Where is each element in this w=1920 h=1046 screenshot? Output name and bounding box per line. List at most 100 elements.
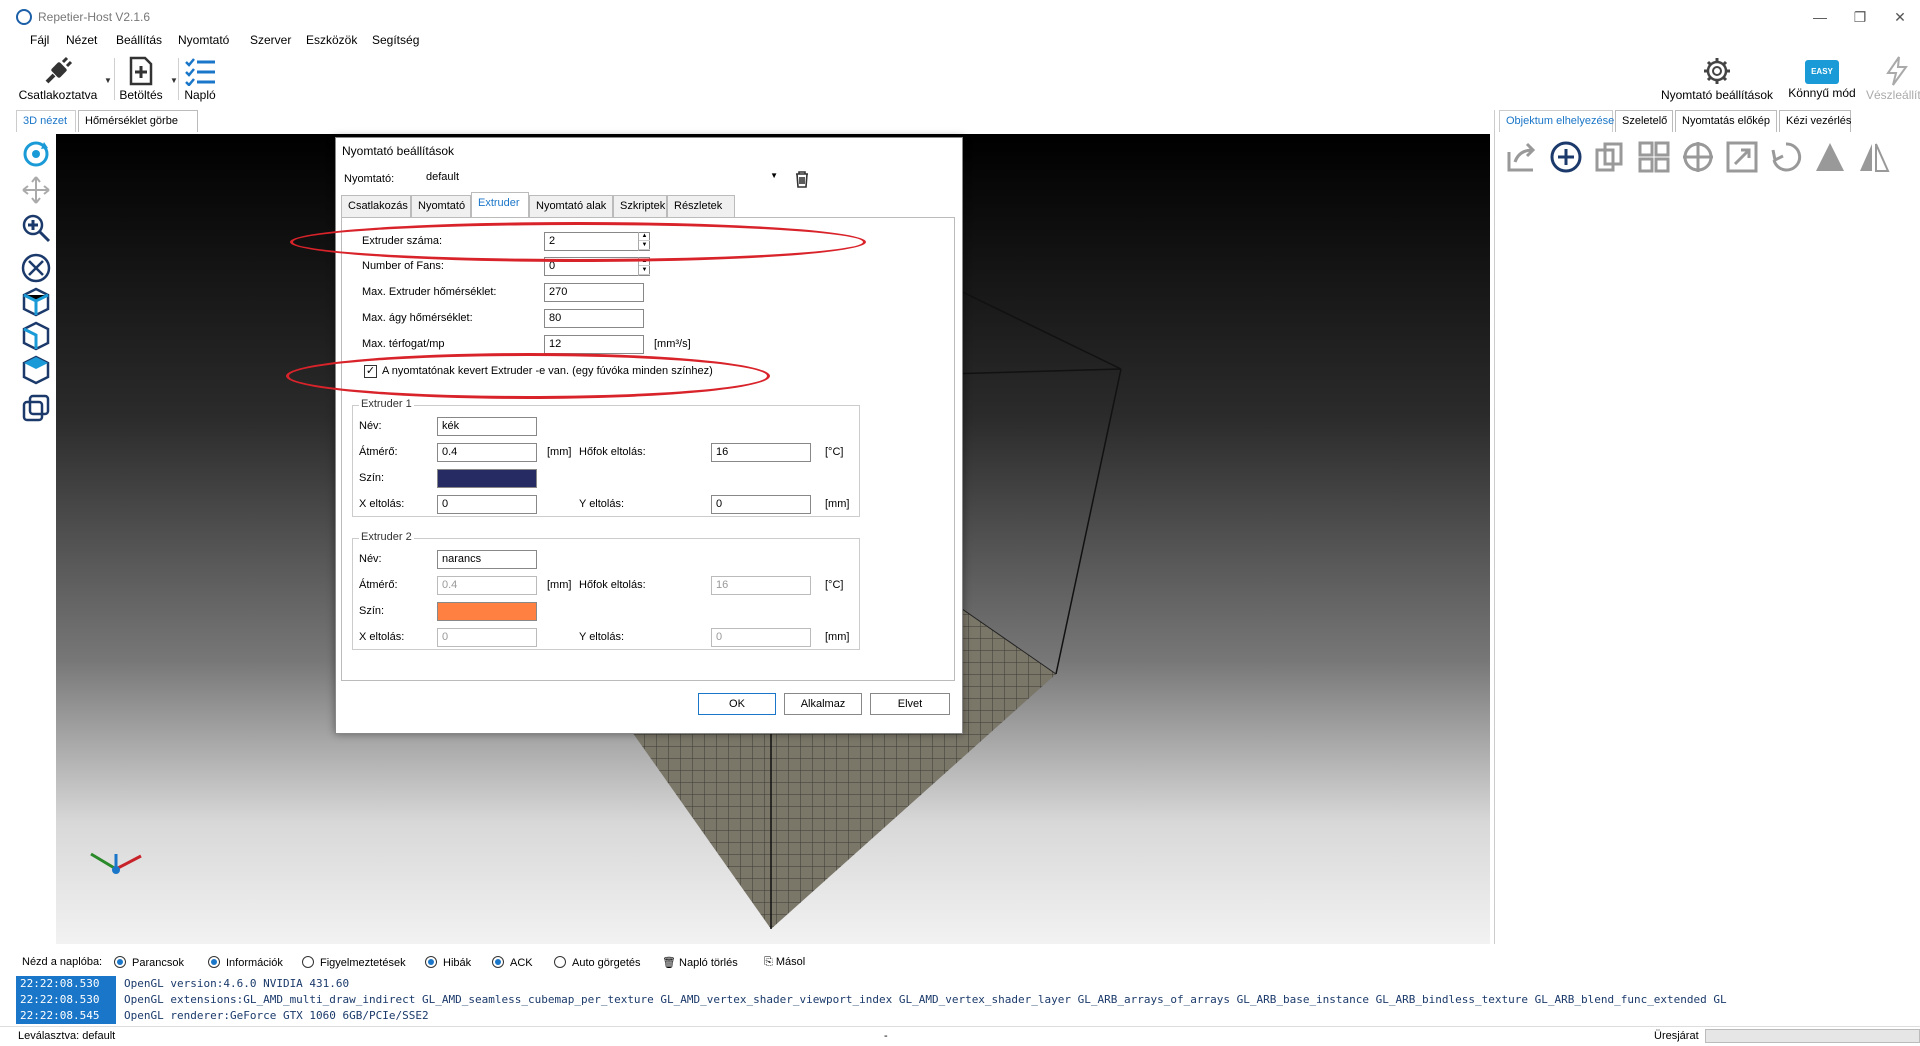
tab-connection[interactable]: Csatlakozás: [341, 195, 411, 217]
load-dropdown-icon[interactable]: ▼: [170, 76, 178, 85]
status-progress-bar: [1705, 1029, 1920, 1043]
copy-objects-icon[interactable]: [20, 392, 52, 424]
add-object-icon[interactable]: [1549, 140, 1583, 174]
cube-top-icon[interactable]: [20, 354, 52, 386]
extruder-2-offset-unit: [mm]: [825, 631, 850, 643]
extruder-1-x-offset-label: X eltolás:: [359, 498, 405, 510]
menu-help[interactable]: Segítség: [372, 33, 419, 47]
close-button[interactable]: ✕: [1880, 6, 1920, 28]
log-copy-button[interactable]: ⎘ Másol: [764, 956, 805, 969]
extruder-2-x-offset-input[interactable]: 0: [437, 628, 537, 647]
apply-button[interactable]: Alkalmaz: [784, 693, 862, 715]
max-extruder-temp-input[interactable]: 270: [544, 283, 644, 302]
emergency-stop-label: Vészleállítás: [1866, 88, 1920, 102]
max-bed-temp-input[interactable]: 80: [544, 309, 644, 328]
share-icon[interactable]: [1505, 140, 1539, 174]
extruder-1-diameter-input[interactable]: 0.4: [437, 443, 537, 462]
extruder-1-diameter-unit: [mm]: [547, 446, 572, 458]
connect-dropdown-icon[interactable]: ▼: [104, 76, 112, 85]
easy-mode-button[interactable]: EASY Könnyű mód: [1784, 56, 1860, 100]
extruder-2-color-swatch[interactable]: [437, 602, 537, 621]
tab-details[interactable]: Részletek: [667, 195, 735, 217]
cube-side-icon[interactable]: [20, 320, 52, 352]
menu-printer[interactable]: Nyomtató: [178, 33, 229, 47]
minimize-button[interactable]: —: [1800, 6, 1840, 28]
load-button[interactable]: Betöltés: [116, 56, 166, 102]
log-clear-button[interactable]: 🗑 Napló törlés: [662, 956, 738, 969]
scale-object-icon[interactable]: [1725, 140, 1759, 174]
copy-object-icon[interactable]: [1593, 140, 1627, 174]
extruder-2-y-offset-input[interactable]: 0: [711, 628, 811, 647]
cut-object-icon[interactable]: [1813, 140, 1847, 174]
extruder-2-temp-offset-input[interactable]: 16: [711, 576, 811, 595]
connect-button[interactable]: Csatlakoztatva: [18, 56, 98, 102]
log-timestamp: 22:22:08.545: [16, 1008, 116, 1024]
fit-view-icon[interactable]: [20, 252, 52, 284]
extruder-2-name-label: Név:: [359, 553, 382, 565]
restore-button[interactable]: ❐: [1840, 6, 1880, 28]
rotate-object-icon[interactable]: [1769, 140, 1803, 174]
extruder-count-input[interactable]: 2: [544, 232, 650, 251]
rotate-icon[interactable]: [20, 138, 52, 170]
tab-printer-shape[interactable]: Nyomtató alak: [529, 195, 613, 217]
log-button[interactable]: Napló: [180, 56, 220, 102]
extruder-count-stepper[interactable]: ▲ ▼: [638, 232, 650, 251]
menu-view[interactable]: Nézet: [66, 33, 97, 47]
extruder-1-diameter-label: Átmérő:: [359, 446, 398, 458]
load-label: Betöltés: [119, 88, 163, 102]
copy-icon: ⎘: [764, 956, 773, 968]
title-bar: Repetier-Host V2.1.6 — ❐ ✕: [0, 0, 1920, 34]
mirror-object-icon[interactable]: [1857, 140, 1891, 174]
tab-manual-control[interactable]: Kézi vezérlés: [1779, 110, 1851, 132]
printer-settings-button[interactable]: Nyomtató beállítások: [1660, 56, 1774, 102]
cube-front-icon[interactable]: [20, 286, 52, 318]
autoplace-icon[interactable]: [1637, 140, 1671, 174]
mixing-extruder-checkbox[interactable]: ✓: [364, 365, 377, 378]
tab-3d-view[interactable]: 3D nézet: [16, 110, 76, 132]
extruder-count-label: Extruder száma:: [362, 235, 443, 247]
emergency-stop-button[interactable]: Vészleállítás: [1862, 56, 1920, 102]
extruder-1-x-offset-input[interactable]: 0: [437, 495, 537, 514]
extruder-1-color-swatch[interactable]: [437, 469, 537, 488]
trash-icon[interactable]: [794, 170, 810, 188]
extruder-2-name-input[interactable]: narancs: [437, 550, 537, 569]
tab-object-placement[interactable]: Objektum elhelyezése: [1499, 110, 1614, 132]
extruder-tab-panel: Extruder száma: 2 ▲ ▼ Number of Fans: 0 ▲…: [341, 217, 955, 681]
log-auto-scroll[interactable]: Auto görgetés: [554, 956, 641, 969]
menu-settings[interactable]: Beállítás: [116, 33, 162, 47]
add-file-icon: [129, 56, 153, 86]
extruder-1-name-input[interactable]: kék: [437, 417, 537, 436]
extruder-2-diameter-input[interactable]: 0.4: [437, 576, 537, 595]
tab-print-preview[interactable]: Nyomtatás előkép: [1675, 110, 1777, 132]
fans-input[interactable]: 0: [544, 257, 650, 276]
radio-icon: [208, 956, 220, 968]
log-filter-ack[interactable]: ACK: [492, 956, 533, 969]
log-filter-commands[interactable]: Parancsok: [114, 956, 184, 969]
log-filter-warnings[interactable]: Figyelmeztetések: [302, 956, 406, 969]
fans-stepper[interactable]: ▲ ▼: [638, 257, 650, 276]
log-area[interactable]: 22:22:08.530 OpenGL version:4.6.0 NVIDIA…: [16, 976, 1920, 1024]
menu-file[interactable]: Fájl: [30, 33, 49, 47]
tab-extruder[interactable]: Extruder: [471, 192, 529, 217]
tab-temperature-curve[interactable]: Hőmérséklet görbe: [78, 110, 198, 132]
log-filter-errors[interactable]: Hibák: [425, 956, 471, 969]
center-object-icon[interactable]: [1681, 140, 1715, 174]
zoom-icon[interactable]: [20, 212, 52, 244]
axis-gizmo-icon: [90, 852, 142, 874]
log-row: 22:22:08.545 OpenGL renderer:GeForce GTX…: [16, 1008, 1920, 1024]
max-volume-input[interactable]: 12: [544, 335, 644, 354]
extruder-2-temp-unit: [°C]: [825, 579, 844, 591]
tab-scripts[interactable]: Szkriptek: [613, 195, 667, 217]
extruder-1-temp-offset-input[interactable]: 16: [711, 443, 811, 462]
extruder-1-y-offset-input[interactable]: 0: [711, 495, 811, 514]
cancel-button[interactable]: Elvet: [870, 693, 950, 715]
extruder-2-group: Extruder 2 Név: narancs Átmérő: 0.4 [mm]…: [352, 531, 860, 650]
menu-tools[interactable]: Eszközök: [306, 33, 357, 47]
menu-server[interactable]: Szerver: [250, 33, 291, 47]
ok-button[interactable]: OK: [698, 693, 776, 715]
tab-slicer[interactable]: Szeletelő: [1615, 110, 1673, 132]
move-icon[interactable]: [20, 174, 52, 206]
printer-select[interactable]: default ▼: [422, 168, 782, 188]
log-filter-info[interactable]: Információk: [208, 956, 283, 969]
tab-printer[interactable]: Nyomtató: [411, 195, 471, 217]
